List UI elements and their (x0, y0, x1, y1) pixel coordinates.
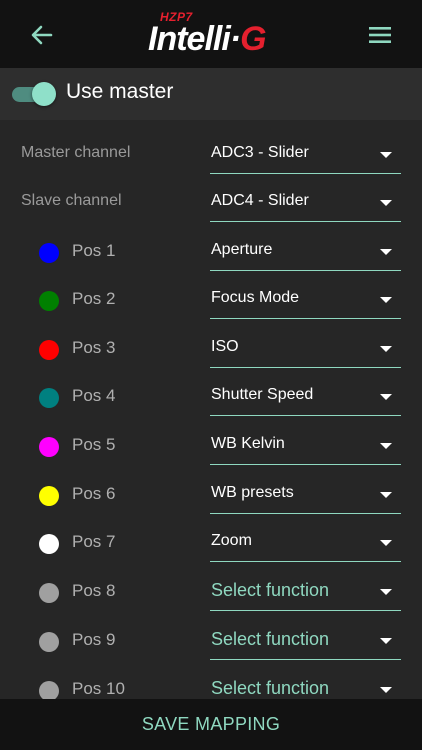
logo-wordmark-text: Intelli (148, 20, 231, 58)
position-function-value: Zoom (211, 532, 252, 549)
position-row-3: Pos 3 ISO (0, 332, 422, 372)
position-function-select[interactable]: WB Kelvin (210, 429, 401, 465)
toggle-knob (32, 82, 56, 106)
position-function-value: Focus Mode (211, 289, 300, 306)
dropdown-caret-icon (380, 152, 392, 158)
position-color-dot (39, 486, 59, 506)
position-row-5: Pos 5 WB Kelvin (0, 429, 422, 469)
save-mapping-label: SAVE MAPPING (141, 714, 281, 734)
master-channel-select[interactable]: ADC3 - Slider (210, 138, 401, 174)
slave-channel-select[interactable]: ADC4 - Slider (210, 186, 401, 222)
intelli-g-logo: HZP7 Intelli·G (146, 8, 276, 60)
position-function-placeholder: Select function (211, 678, 330, 698)
logo-wordmark: Intelli·G (148, 20, 267, 59)
dropdown-caret-icon (380, 297, 392, 303)
back-button[interactable] (26, 20, 58, 50)
dropdown-caret-icon (380, 443, 392, 449)
position-color-dot (39, 534, 59, 554)
logo-wordmark-g: G (240, 20, 266, 58)
dropdown-caret-icon (380, 346, 392, 352)
position-label: Pos 6 (72, 484, 116, 503)
position-function-value: Aperture (211, 241, 273, 258)
position-row-2: Pos 2 Focus Mode (0, 283, 422, 323)
master-channel-value: ADC3 - Slider (211, 144, 309, 161)
top-app-bar: HZP7 Intelli·G (0, 0, 422, 68)
position-function-select[interactable]: Zoom (210, 526, 401, 562)
logo-wordmark-dot: · (229, 20, 241, 58)
position-function-select[interactable]: WB presets (210, 478, 401, 514)
save-mapping-button[interactable]: SAVE MAPPING (0, 699, 422, 750)
slave-channel-value: ADC4 - Slider (211, 192, 309, 209)
position-row-6: Pos 6 WB presets (0, 478, 422, 518)
position-label: Pos 9 (72, 630, 116, 649)
position-label: Pos 2 (72, 289, 116, 308)
dropdown-caret-icon (380, 589, 392, 595)
position-label: Pos 4 (72, 386, 116, 405)
use-master-toggle[interactable] (12, 82, 56, 106)
position-function-value: WB Kelvin (211, 435, 285, 452)
position-function-select[interactable]: Aperture (210, 235, 401, 271)
position-row-7: Pos 7 Zoom (0, 526, 422, 566)
dropdown-caret-icon (380, 200, 392, 206)
menu-button[interactable] (362, 20, 398, 50)
position-color-dot (39, 291, 59, 311)
dropdown-caret-icon (380, 540, 392, 546)
position-function-value: WB presets (211, 484, 294, 501)
position-label: Pos 8 (72, 581, 116, 600)
position-color-dot (39, 340, 59, 360)
position-color-dot (39, 583, 59, 603)
master-channel-label: Master channel (21, 144, 131, 161)
position-label: Pos 5 (72, 435, 116, 454)
position-label: Pos 3 (72, 338, 116, 357)
app-screen: HZP7 Intelli·G Use master Master channel… (0, 0, 422, 750)
position-row-9: Pos 9 Select function (0, 624, 422, 664)
position-color-dot (39, 632, 59, 652)
position-row-4: Pos 4 Shutter Speed (0, 380, 422, 420)
position-function-select[interactable]: Select function (210, 575, 401, 611)
position-label: Pos 10 (72, 679, 125, 698)
use-master-label: Use master (66, 80, 174, 103)
use-master-bar: Use master (0, 68, 422, 120)
hamburger-menu-icon (369, 27, 391, 43)
position-function-placeholder: Select function (211, 629, 330, 649)
position-label: Pos 7 (72, 532, 116, 551)
position-function-select[interactable]: ISO (210, 332, 401, 368)
position-function-value: ISO (211, 338, 239, 355)
position-function-value: Shutter Speed (211, 386, 314, 403)
position-row-8: Pos 8 Select function (0, 575, 422, 615)
position-color-dot (39, 243, 59, 263)
position-color-dot (39, 437, 59, 457)
dropdown-caret-icon (380, 687, 392, 693)
position-function-select[interactable]: Shutter Speed (210, 380, 401, 416)
position-function-select[interactable]: Select function (210, 624, 401, 660)
position-color-dot (39, 388, 59, 408)
position-color-dot (39, 681, 59, 701)
slave-channel-row: Slave channel ADC4 - Slider (0, 186, 422, 226)
position-label: Pos 1 (72, 241, 116, 260)
slave-channel-label: Slave channel (21, 192, 122, 209)
dropdown-caret-icon (380, 638, 392, 644)
dropdown-caret-icon (380, 394, 392, 400)
position-function-select[interactable]: Focus Mode (210, 283, 401, 319)
position-row-1: Pos 1 Aperture (0, 235, 422, 275)
dropdown-caret-icon (380, 249, 392, 255)
master-channel-row: Master channel ADC3 - Slider (0, 138, 422, 178)
dropdown-caret-icon (380, 492, 392, 498)
position-function-placeholder: Select function (211, 580, 330, 600)
arrow-left-icon (31, 25, 53, 45)
